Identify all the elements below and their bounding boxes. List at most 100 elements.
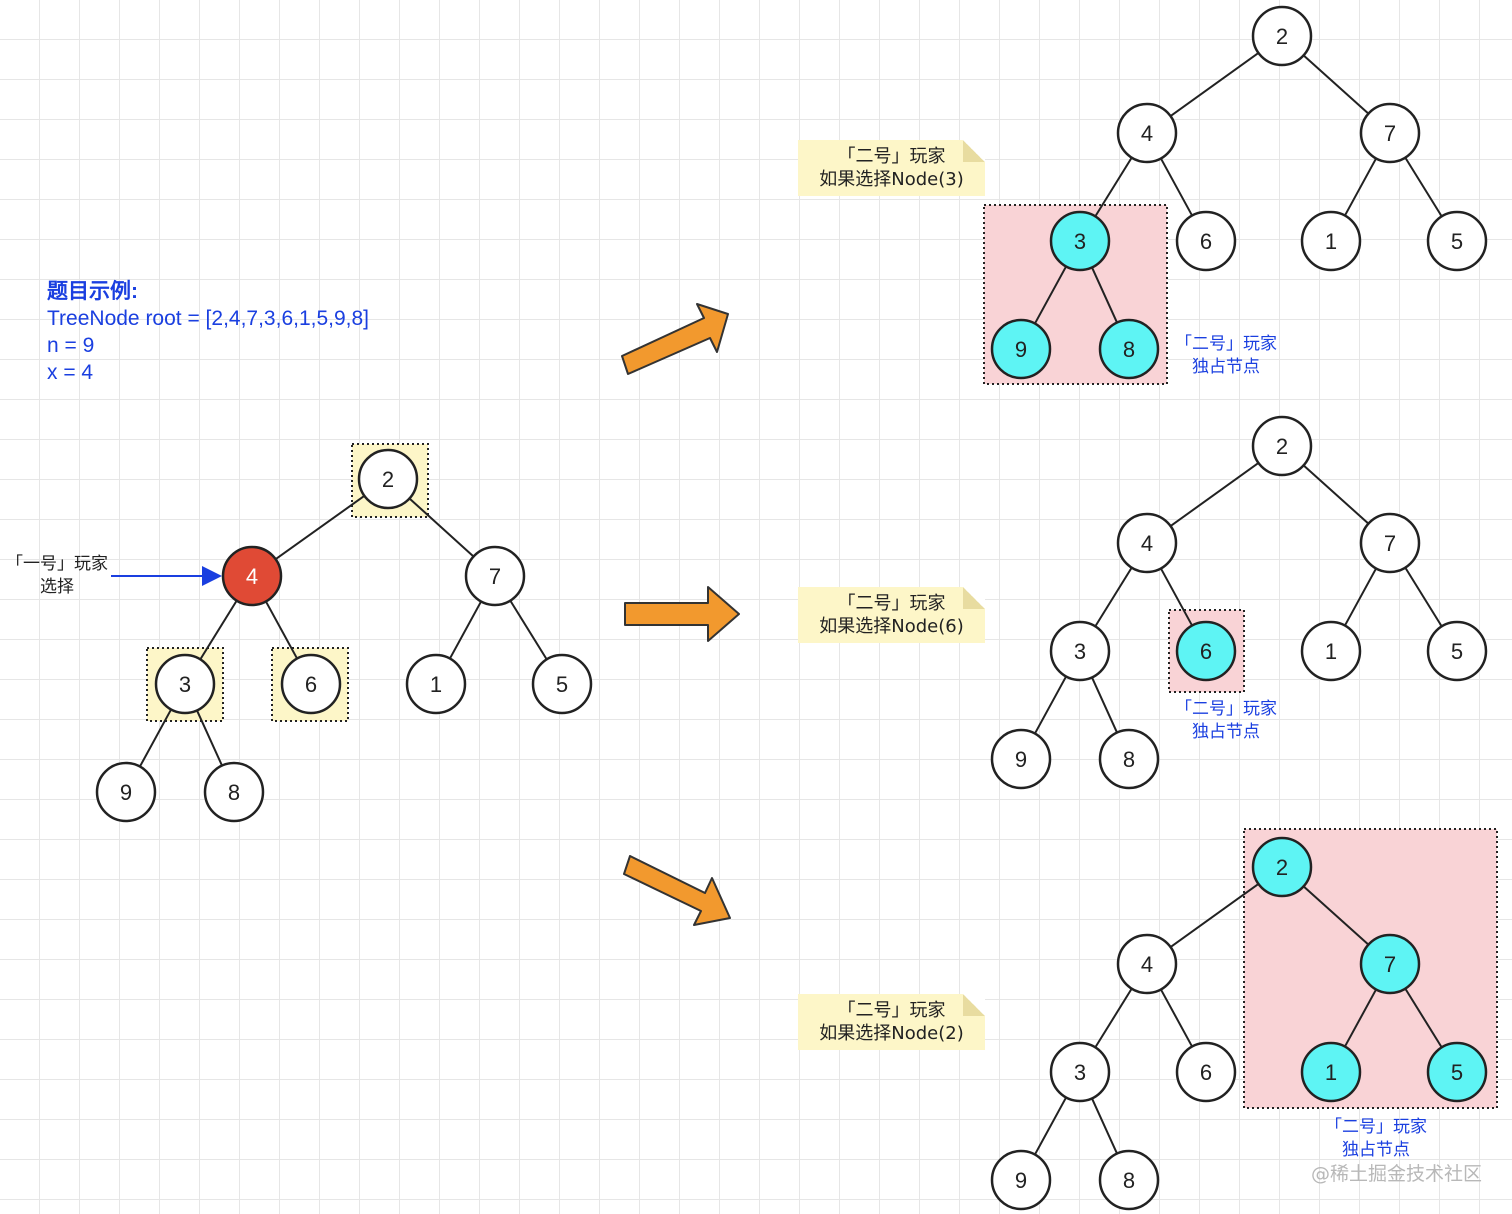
- tree-node-8: 8: [1098, 1149, 1160, 1211]
- tree-node-5: 5: [1426, 620, 1488, 682]
- tree-node-4: 4: [1116, 933, 1178, 995]
- watermark: @稀土掘金技术社区: [1310, 1163, 1482, 1185]
- node-label: 2: [1276, 855, 1288, 880]
- example-n: n = 9: [47, 334, 95, 357]
- tree-edge: [275, 495, 365, 560]
- tree-node-1: 1: [1300, 210, 1362, 272]
- tree-edge: [1302, 54, 1370, 115]
- tree-edge: [1160, 988, 1193, 1048]
- tree-edge: [449, 600, 482, 660]
- node-label: 7: [1384, 952, 1396, 977]
- tree-node-4: 4: [221, 545, 283, 607]
- tree-node-9: 9: [990, 1149, 1052, 1211]
- node-label: 6: [1200, 1060, 1212, 1085]
- tree-node-9: 9: [990, 728, 1052, 790]
- tree-edge: [1344, 567, 1377, 627]
- note-fold-icon: [963, 587, 985, 609]
- scenario-note-2-line1: 「二号」玩家: [837, 593, 946, 614]
- node-label: 3: [1074, 1060, 1086, 1085]
- node-label: 3: [179, 672, 191, 697]
- owned-note-1-line1: 「二号」玩家: [1175, 334, 1277, 354]
- node-label: 4: [1141, 952, 1153, 977]
- orange-arrow-down-right: [623, 855, 731, 926]
- tree-node-8: 8: [1098, 728, 1160, 790]
- tree-node-7: 7: [1359, 512, 1421, 574]
- scenario-note-2: 「二号」玩家 如果选择Node(6): [798, 587, 985, 643]
- owned-note-3: 「二号」玩家 独占节点: [1322, 1116, 1430, 1162]
- orange-arrow-up-right: [621, 303, 729, 375]
- node-label: 1: [430, 672, 442, 697]
- owned-note-3-line1: 「二号」玩家: [1325, 1117, 1427, 1137]
- node-label: 8: [1123, 337, 1135, 362]
- owned-note-2-line1: 「二号」玩家: [1175, 699, 1277, 719]
- node-label: 4: [1141, 121, 1153, 146]
- initial-tree: 2 4 7 3 6 1 5 9 8: [95, 448, 593, 823]
- scenario-note-3: 「二号」玩家 如果选择Node(2): [798, 994, 985, 1050]
- tree-edge: [509, 600, 548, 660]
- tree-node-8: 8: [203, 761, 265, 823]
- tree-node-9: 9: [95, 761, 157, 823]
- note-fold-icon: [963, 140, 985, 162]
- tree-edge: [1169, 52, 1260, 117]
- tree-edge: [1094, 988, 1133, 1048]
- tree-edge: [1169, 462, 1260, 527]
- tree-node-8: 8: [1098, 318, 1160, 380]
- node-label: 9: [120, 780, 132, 805]
- tree-edge: [1091, 676, 1118, 734]
- node-label: 4: [246, 564, 258, 589]
- node-label: 2: [1276, 24, 1288, 49]
- node-label: 9: [1015, 747, 1027, 772]
- node-label: 6: [1200, 229, 1212, 254]
- node-label: 9: [1015, 1168, 1027, 1193]
- tree-edge: [1034, 1096, 1067, 1156]
- node-label: 3: [1074, 229, 1086, 254]
- tree-edge: [1034, 675, 1067, 735]
- orange-arrow-right: [624, 586, 740, 642]
- tree-node-1: 1: [1300, 620, 1362, 682]
- tree-node-6: 6: [1175, 1041, 1237, 1103]
- node-label: 6: [305, 672, 317, 697]
- node-label: 1: [1325, 229, 1337, 254]
- owned-note-1-line2: 独占节点: [1192, 357, 1260, 377]
- tree-node-5: 5: [1426, 1041, 1488, 1103]
- tree-node-2: 2: [1251, 836, 1313, 898]
- tree-node-7: 7: [1359, 933, 1421, 995]
- tree-edge: [1344, 157, 1377, 217]
- scenario-note-1: 「二号」玩家 如果选择Node(3): [798, 140, 985, 196]
- tree-edge: [408, 497, 475, 558]
- node-label: 5: [1451, 639, 1463, 664]
- scenario-note-1-line1: 「二号」玩家: [837, 146, 946, 167]
- tree-node-6: 6: [1175, 620, 1237, 682]
- note-fold-icon: [963, 994, 985, 1016]
- tree-node-9: 9: [990, 318, 1052, 380]
- scenario-note-3-line2: 如果选择Node(2): [819, 1023, 964, 1044]
- tree-node-3: 3: [154, 653, 216, 715]
- owned-note-2: 「二号」玩家 独占节点: [1172, 698, 1280, 744]
- owned-note-2-line2: 独占节点: [1192, 722, 1260, 742]
- tree-node-5: 5: [531, 653, 593, 715]
- tree-edge: [1302, 464, 1370, 525]
- node-label: 8: [1123, 747, 1135, 772]
- player1-label-line1: 「一号」玩家: [6, 554, 108, 574]
- node-label: 1: [1325, 1060, 1337, 1085]
- tree-node-6: 6: [1175, 210, 1237, 272]
- node-label: 3: [1074, 639, 1086, 664]
- example-block: 题目示例: TreeNode root = [2,4,7,3,6,1,5,9,8…: [47, 278, 369, 386]
- tree-node-3: 3: [1049, 620, 1111, 682]
- tree-node-4: 4: [1116, 512, 1178, 574]
- tree-edge: [1094, 567, 1133, 627]
- node-label: 7: [489, 564, 501, 589]
- node-label: 5: [1451, 229, 1463, 254]
- scenario-note-3-line1: 「二号」玩家: [837, 1000, 946, 1021]
- scenario-note-2-line2: 如果选择Node(6): [819, 616, 964, 637]
- node-label: 7: [1384, 121, 1396, 146]
- node-label: 5: [1451, 1060, 1463, 1085]
- node-label: 7: [1384, 531, 1396, 556]
- diagram-canvas: 2 4 7 3 6 1 5 9 8 2 4 7 3 6 1 5 9 8 2 4 7 3 6 1 5 9 8 2 4 7 3 6 1 5 9 8: [95, 5, 1498, 1211]
- tree-node-6: 6: [280, 653, 342, 715]
- node-label: 5: [556, 672, 568, 697]
- tree-node-2: 2: [1251, 415, 1313, 477]
- tree-node-1: 1: [1300, 1041, 1362, 1103]
- player1-label-line2: 选择: [40, 577, 74, 597]
- tree-node-5: 5: [1426, 210, 1488, 272]
